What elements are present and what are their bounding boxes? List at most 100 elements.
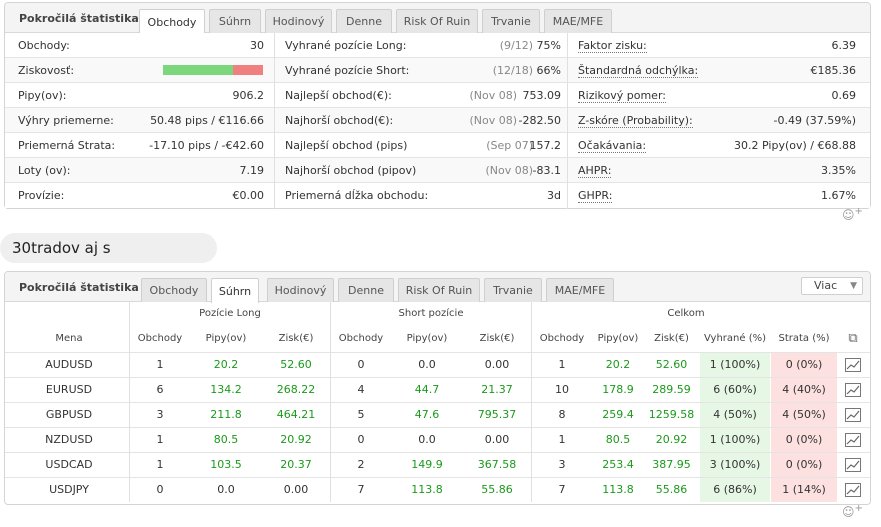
table-cell: 367.58	[477, 458, 517, 471]
table-cell: 0.0	[418, 358, 436, 371]
tab-hodinovy[interactable]: Hodinový	[267, 278, 334, 302]
table-cell: 289.59	[652, 383, 691, 396]
col-header: Zisk(€)	[278, 333, 314, 344]
stat-label-link[interactable]: Z-skóre (Probability):	[578, 114, 693, 128]
group-header-short: Short pozície	[398, 308, 464, 319]
table-row: NZDUSD 1 80.5 20.92 0 0.0 0.00 1 80.5 20.92 1 (100…	[5, 427, 870, 452]
col-header: Mena	[55, 333, 83, 344]
stat-label: Najhorší obchod (pipov)	[285, 164, 417, 177]
stat-value: -83.1	[532, 164, 561, 177]
table-row: GBPUSD 3 211.8 464.21 5 47.6 795.37 8 259.4 1259.…	[5, 402, 870, 427]
table-cell: 44.7	[414, 383, 440, 396]
table-cell: 113.8	[602, 483, 634, 496]
table-cell: 1 (100%)	[700, 353, 770, 377]
stat-label: Výhry priemerne:	[18, 114, 114, 127]
table-row: USDCAD 1 103.5 20.37 2 149.9 367.58 3 253.4 387.9…	[5, 452, 870, 477]
copy-icon[interactable]: ⧉	[841, 326, 865, 352]
panel-title: Pokročilá štatistika	[19, 281, 139, 294]
more-dropdown[interactable]: Viac ▼	[801, 277, 863, 295]
stat-value: 3d	[547, 189, 561, 202]
stat-label-link[interactable]: GHPR:	[578, 189, 613, 203]
stat-label: Pipy(ov):	[18, 89, 67, 102]
table-cell: 0 (0%)	[771, 353, 837, 377]
stat-value: -17.10 pips / -€42.60	[149, 139, 264, 152]
table-cell: 20.2	[213, 358, 239, 371]
column-divider	[129, 302, 130, 502]
tab-obchody[interactable]: Obchody	[141, 278, 207, 302]
line-chart-icon[interactable]	[845, 483, 861, 497]
chevron-down-icon: ▼	[850, 281, 857, 291]
table-cell: 0 (0%)	[771, 453, 837, 477]
profitability-win-fill	[163, 65, 233, 75]
more-dropdown-label: Viac	[814, 279, 838, 292]
stat-label-link[interactable]: Očakávania:	[578, 139, 647, 153]
stat-label: Najlepší obchod (pips)	[285, 139, 408, 152]
tab-suhrn[interactable]: Súhrn	[209, 9, 261, 33]
col-header: Pipy(ov)	[406, 333, 448, 344]
table-cell: 113.8	[411, 483, 443, 496]
table-cell: 6	[156, 383, 164, 396]
profitability-bar	[163, 65, 263, 75]
stat-label: Vyhrané pozície Long:	[285, 39, 407, 52]
table-cell: 149.9	[411, 458, 443, 471]
line-chart-icon[interactable]	[845, 358, 861, 372]
table-cell: 4 (50%)	[771, 403, 837, 427]
stat-label-link[interactable]: Faktor zisku:	[578, 39, 647, 53]
stat-value: 0.69	[831, 89, 857, 102]
stats-row: Ziskovosť: Vyhrané pozície Short: (12/18…	[5, 58, 870, 83]
table-cell: 10	[555, 383, 569, 396]
tab-mae-mfe[interactable]: MAE/MFE	[546, 278, 614, 302]
stat-label: Najhorší obchod(€):	[285, 114, 394, 127]
line-chart-icon[interactable]	[845, 408, 861, 422]
tab-trvanie[interactable]: Trvanie	[482, 9, 540, 33]
group-header-long: Pozície Long	[199, 308, 261, 319]
stat-note: (Nov 08)	[469, 114, 517, 127]
add-comment-icon[interactable]: ☺+	[842, 206, 864, 222]
line-chart-icon[interactable]	[845, 383, 861, 397]
tab-risk-of-ruin[interactable]: Risk Of Ruin	[396, 9, 478, 33]
stat-label-link[interactable]: Štandardná odchýlka:	[578, 64, 699, 78]
stats-row: Provízie: €0.00 Priemerná dĺžka obchodu:…	[5, 183, 870, 208]
stat-value: 50.48 pips / €116.66	[150, 114, 264, 127]
tab-denne[interactable]: Denne	[336, 9, 392, 33]
group-header-total: Celkom	[667, 308, 705, 319]
table-cell: 0.0	[217, 483, 235, 496]
tab-denne[interactable]: Denne	[338, 278, 394, 302]
currency-pair-cell: NZDUSD	[45, 433, 93, 446]
table-cell: 268.22	[276, 383, 316, 396]
table-cell: 253.4	[602, 458, 634, 471]
table-cell: 0.0	[418, 433, 436, 446]
tab-obchody[interactable]: Obchody	[139, 9, 205, 34]
stat-value: 1.67%	[821, 189, 856, 202]
currency-pair-cell: USDCAD	[45, 458, 93, 471]
table-cell: 134.2	[210, 383, 242, 396]
line-chart-icon[interactable]	[845, 433, 861, 447]
stat-label-link[interactable]: Rizikový pomer:	[578, 89, 666, 103]
line-chart-icon[interactable]	[845, 458, 861, 472]
stat-value: 906.2	[232, 89, 265, 102]
stat-value: 30.2 Pipy(ov) / €68.88	[734, 139, 856, 152]
stat-label: Provízie:	[18, 189, 65, 202]
stat-label-link[interactable]: AHPR:	[578, 164, 612, 178]
column-divider	[274, 33, 275, 209]
currency-pair-cell: GBPUSD	[45, 408, 93, 421]
table-cell: 8	[558, 408, 566, 421]
table-cell: 1	[558, 358, 566, 371]
user-comment: 30tradov aj s prikupovanim	[0, 233, 217, 287]
table-cell: 1 (14%)	[771, 478, 837, 502]
table-cell: 0.00	[484, 433, 510, 446]
tab-mae-mfe[interactable]: MAE/MFE	[544, 9, 612, 33]
currency-pair-cell: AUDUSD	[45, 358, 93, 371]
stats-row: Pipy(ov): 906.2 Najlepší obchod(€): (Nov…	[5, 83, 870, 108]
column-divider	[567, 33, 568, 209]
tab-suhrn[interactable]: Súhrn	[211, 278, 259, 303]
tab-trvanie[interactable]: Trvanie	[484, 278, 542, 302]
tab-risk-of-ruin[interactable]: Risk Of Ruin	[398, 278, 480, 302]
table-cell: 47.6	[414, 408, 440, 421]
col-header: Obchody	[539, 333, 585, 344]
add-comment-icon[interactable]: ☺+	[842, 503, 864, 519]
stat-value: €185.36	[810, 64, 857, 77]
stat-value: 75%	[536, 39, 561, 52]
panel-header: Pokročilá štatistika Obchody Súhrn Hodin…	[5, 272, 870, 303]
tab-hodinovy[interactable]: Hodinový	[265, 9, 332, 33]
